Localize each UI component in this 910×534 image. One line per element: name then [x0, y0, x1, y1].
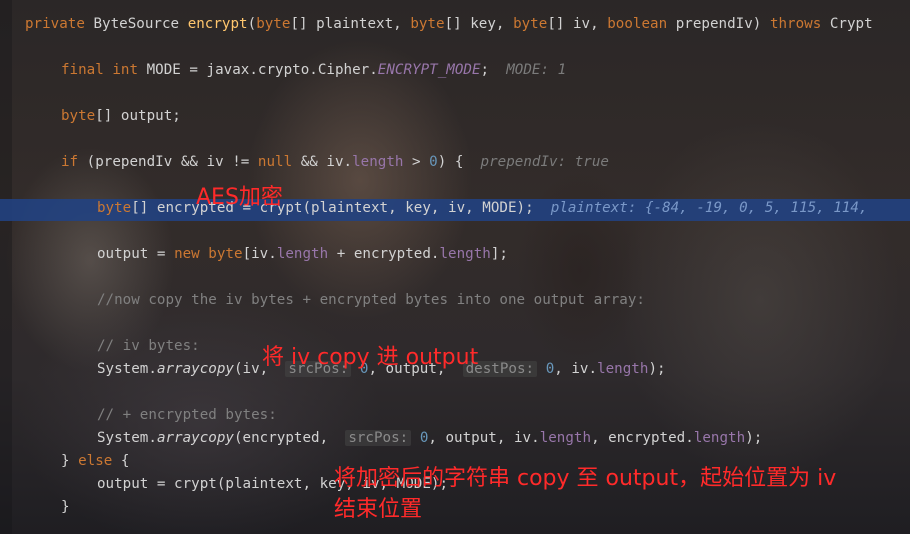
code-line-if[interactable]: if (prependIv && iv != null && iv.length…: [61, 154, 609, 170]
annotation-encrypted-copy-line1: 将加密后的字符串 copy 至 output，起始位置为 iv: [334, 466, 837, 491]
code-line-close-brace[interactable]: }: [61, 499, 70, 515]
code-line-comment-encrypted[interactable]: // + encrypted bytes:: [97, 407, 277, 423]
code-line-comment-iv[interactable]: // iv bytes:: [97, 338, 200, 354]
annotation-encrypted-copy-line2: 结束位置: [334, 497, 423, 522]
code-line-output-decl[interactable]: byte[] output;: [61, 108, 181, 124]
code-line-output-new[interactable]: output = new byte[iv.length + encrypted.…: [97, 246, 508, 262]
code-line-signature[interactable]: private ByteSource encrypt(byte[] plaint…: [25, 16, 873, 32]
debug-hint-prepend-iv: prependIv: true: [480, 154, 609, 170]
code-line-arraycopy-encrypted[interactable]: System.arraycopy(encrypted, srcPos: 0, o…: [97, 430, 762, 446]
background-wallpaper: [0, 0, 910, 534]
debug-hint-plaintext: plaintext: {-84, -19, 0, 5, 115, 114,: [550, 200, 868, 216]
code-line-comment-copy[interactable]: //now copy the iv bytes + encrypted byte…: [97, 292, 645, 308]
code-line-mode[interactable]: final int MODE = javax.crypto.Cipher.ENC…: [61, 62, 566, 78]
annotation-aes: AES加密: [196, 185, 283, 210]
code-line-else[interactable]: } else {: [61, 453, 130, 469]
editor-gutter: [0, 0, 12, 534]
annotation-iv-copy: 将 iv copy 进 output: [262, 345, 479, 370]
debug-hint-mode: MODE: 1: [506, 62, 567, 78]
param-hint-srcpos-2: srcPos:: [345, 430, 412, 446]
